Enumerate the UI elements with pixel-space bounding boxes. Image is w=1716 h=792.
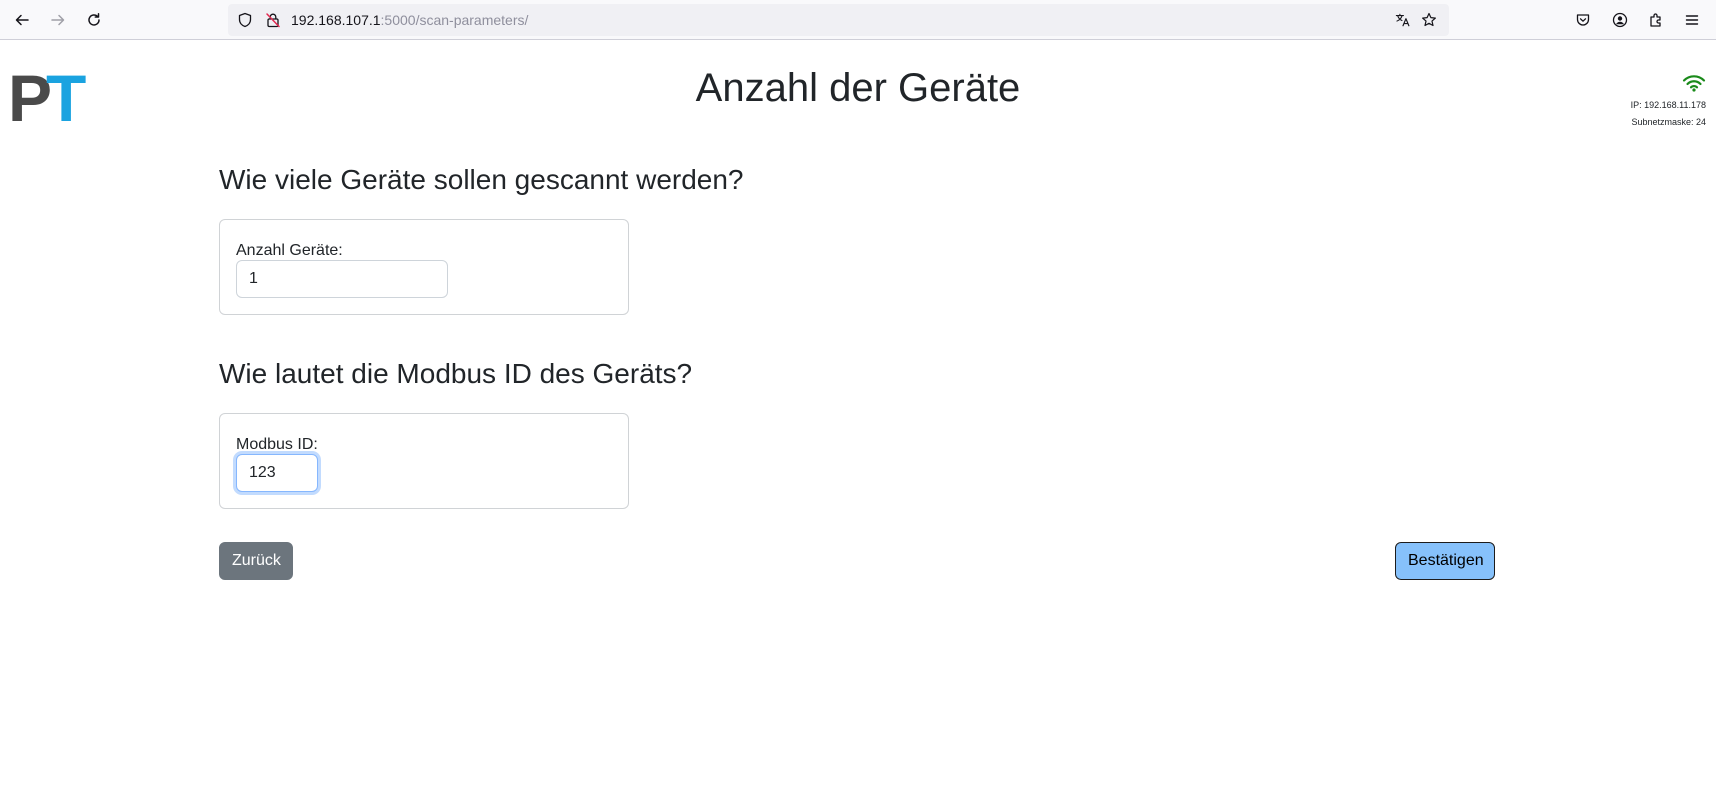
reload-icon[interactable] (82, 8, 106, 32)
device-count-input[interactable] (236, 260, 448, 298)
modbus-id-label: Modbus ID: (236, 436, 318, 453)
url-text[interactable]: 192.168.107.1:5000/scan-parameters/ (291, 12, 528, 28)
url-bar[interactable]: 192.168.107.1:5000/scan-parameters/ (228, 4, 1449, 36)
subnet-mask-text: Subnetzmaske: 24 (1631, 117, 1706, 127)
browser-toolbar: 192.168.107.1:5000/scan-parameters/ (0, 0, 1716, 40)
back-arrow-icon[interactable] (10, 8, 34, 32)
device-count-heading: Wie viele Geräte sollen gescannt werden? (219, 164, 744, 195)
insecure-lock-icon[interactable] (265, 12, 281, 28)
url-path: :5000/scan-parameters/ (380, 12, 529, 28)
forward-arrow-icon[interactable] (46, 8, 70, 32)
extensions-icon[interactable] (1646, 10, 1666, 30)
ip-address-text: IP: 192.168.11.178 (1630, 100, 1706, 110)
confirm-button[interactable]: Bestätigen (1395, 542, 1495, 580)
account-icon[interactable] (1610, 10, 1630, 30)
modbus-id-card: Modbus ID: (219, 413, 629, 509)
shield-icon[interactable] (237, 12, 253, 28)
back-button[interactable]: Zurück (219, 542, 293, 580)
device-count-card: Anzahl Geräte: (219, 219, 629, 315)
translate-icon[interactable] (1395, 12, 1411, 28)
pocket-icon[interactable] (1573, 10, 1593, 30)
url-host: 192.168.107.1 (291, 12, 381, 28)
page-title: Anzahl der Geräte (695, 66, 1021, 110)
modbus-id-heading: Wie lautet die Modbus ID des Geräts? (219, 358, 693, 389)
device-count-label: Anzahl Geräte: (236, 242, 343, 259)
wifi-icon (1682, 74, 1706, 92)
menu-icon[interactable] (1682, 10, 1702, 30)
bookmark-star-icon[interactable] (1421, 12, 1437, 28)
network-info: IP: 192.168.11.178 Subnetzmaske: 24 (1631, 97, 1706, 131)
modbus-id-input[interactable] (236, 454, 318, 492)
